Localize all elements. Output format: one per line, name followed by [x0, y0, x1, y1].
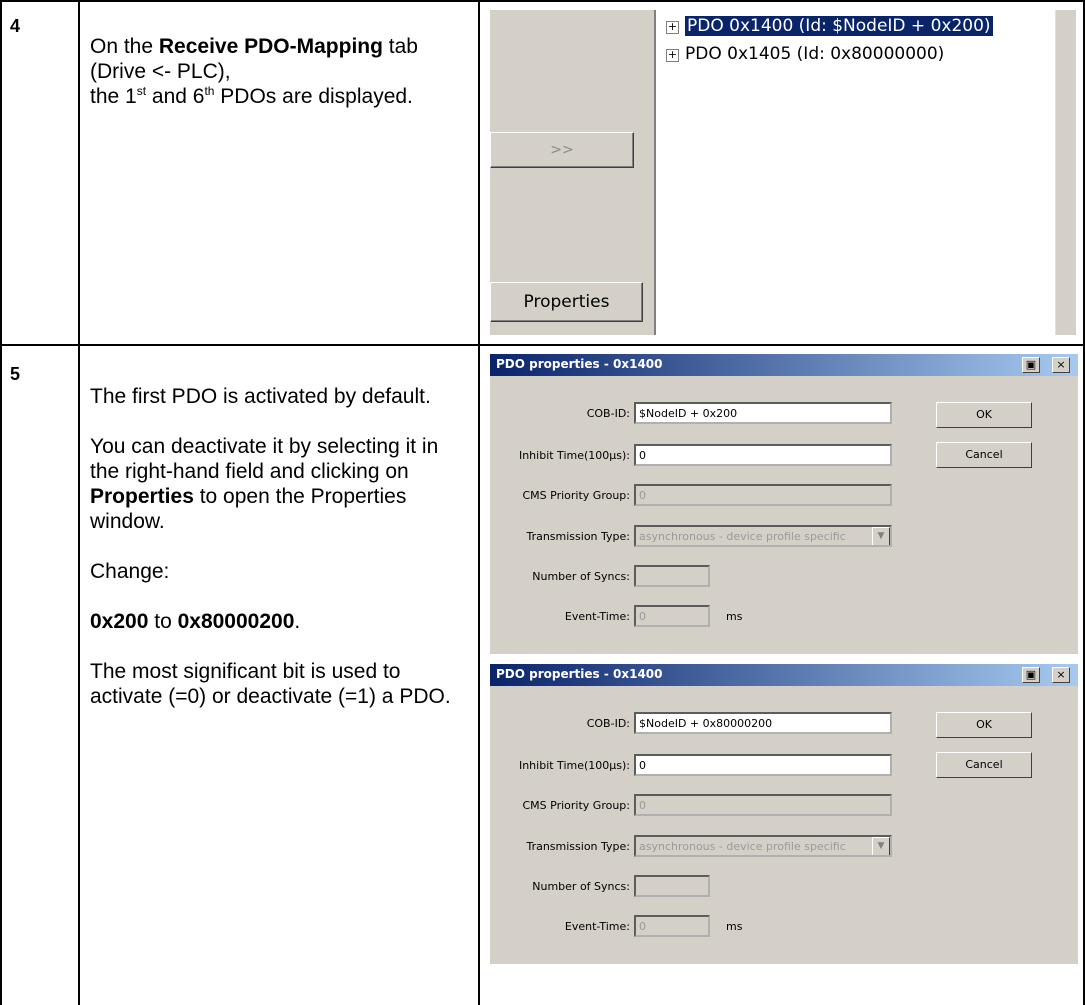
tree-item-pdo-0x1400[interactable]: + PDO 0x1400 (Id: $NodeID + 0x200) — [666, 15, 994, 37]
event-time-label: Event-Time: — [564, 920, 630, 933]
event-time-input: 0 — [634, 605, 710, 627]
tree-item-pdo-0x1405[interactable]: + PDO 0x1405 (Id: 0x80000000) — [666, 44, 944, 64]
bold-text: 0x80000200 — [177, 610, 295, 633]
cancel-button[interactable]: Cancel — [936, 442, 1032, 468]
number-of-syncs-label: Number of Syncs: — [532, 570, 630, 583]
table-border-left — [0, 0, 2, 1005]
table-col-divider-1 — [78, 0, 80, 1005]
help-icon[interactable]: ▣ — [1022, 667, 1040, 683]
paragraph: You can deactivate it by selecting it in… — [90, 434, 460, 534]
bold-text: 0x200 — [90, 610, 149, 633]
superscript-text: th — [204, 84, 215, 98]
cms-priority-label: CMS Priority Group: — [522, 799, 631, 812]
step-4-description: On the Receive PDO-Mapping tab (Drive <-… — [90, 34, 460, 109]
inhibit-time-label: Inhibit Time(100µs): — [518, 759, 630, 772]
text-run: The most significant bit is used to acti… — [90, 660, 451, 708]
event-time-label: Event-Time: — [564, 610, 630, 623]
event-time-unit: ms — [726, 610, 743, 623]
pdo-properties-dialog: PDO properties - 0x1400 ▣ × COB-ID: $Nod… — [490, 664, 1078, 964]
tree-item-label: PDO 0x1400 (Id: $NodeID + 0x200) — [684, 15, 994, 37]
transmission-type-select: asynchronous - device profile specific ▼ — [634, 835, 892, 857]
cob-id-input[interactable]: $NodeID + 0x200 — [634, 402, 892, 424]
step-number-4: 4 — [10, 16, 21, 36]
plus-box-icon[interactable]: + — [666, 49, 679, 62]
chevron-down-icon: ▼ — [872, 837, 890, 855]
transmission-type-label: Transmission Type: — [526, 530, 630, 543]
inhibit-time-label: Inhibit Time(100µs): — [518, 449, 630, 462]
dialog-titlebar: PDO properties - 0x1400 ▣ × — [490, 354, 1078, 376]
table-col-divider-2 — [478, 0, 480, 1005]
plus-box-icon[interactable]: + — [666, 21, 679, 34]
cob-id-label: COB-ID: — [586, 407, 630, 420]
move-right-button[interactable]: >> — [490, 132, 634, 168]
paragraph: Change: — [90, 559, 460, 584]
tree-item-label: PDO 0x1405 (Id: 0x80000000) — [685, 44, 945, 64]
table-border-mid-left — [0, 344, 80, 346]
text-run: to — [148, 610, 178, 633]
transmission-type-label: Transmission Type: — [526, 840, 630, 853]
pdo-properties-dialog: PDO properties - 0x1400 ▣ × COB-ID: $Nod… — [490, 354, 1078, 654]
close-icon[interactable]: × — [1052, 667, 1070, 683]
ok-button[interactable]: OK — [936, 712, 1032, 738]
help-icon[interactable]: ▣ — [1022, 357, 1040, 373]
step-5-description: The first PDO is activated by default. Yo… — [90, 384, 460, 734]
number-of-syncs-input — [634, 875, 710, 897]
paragraph: the 1st and 6th PDOs are displayed. — [90, 84, 460, 109]
cancel-button[interactable]: Cancel — [936, 752, 1032, 778]
chevron-down-icon: ▼ — [872, 527, 890, 545]
event-time-unit: ms — [726, 920, 743, 933]
text-run: The first PDO is activated by default. — [90, 385, 431, 408]
cms-priority-input: 0 — [634, 794, 892, 816]
text-run: You can deactivate it by selecting it in… — [90, 435, 439, 483]
paragraph: On the Receive PDO-Mapping tab (Drive <-… — [90, 34, 460, 84]
table-border-top-left — [0, 0, 80, 2]
number-of-syncs-label: Number of Syncs: — [532, 880, 630, 893]
superscript-text: st — [136, 84, 147, 98]
text-run: On the — [90, 35, 159, 58]
dialog-titlebar: PDO properties - 0x1400 ▣ × — [490, 664, 1078, 686]
text-run: and 6 — [146, 85, 205, 108]
properties-button[interactable]: Properties — [490, 282, 643, 322]
bold-text: Receive PDO-Mapping — [158, 35, 383, 58]
ok-button[interactable]: OK — [936, 402, 1032, 428]
cms-priority-input: 0 — [634, 484, 892, 506]
table-border-top — [78, 0, 1085, 2]
transmission-type-value: asynchronous - device profile specific — [639, 530, 846, 543]
dialog-title: PDO properties - 0x1400 — [496, 357, 663, 371]
text-run: Change: — [90, 560, 170, 583]
text-run: the 1 — [90, 85, 137, 108]
step-number-5: 5 — [10, 364, 21, 384]
paragraph: The first PDO is activated by default. — [90, 384, 460, 409]
text-run: . — [294, 610, 301, 633]
event-time-input: 0 — [634, 915, 710, 937]
table-border-mid — [78, 344, 1085, 346]
text-run: PDOs are displayed. — [214, 85, 413, 108]
cob-id-label: COB-ID: — [586, 717, 630, 730]
pdo-tree[interactable]: + PDO 0x1400 (Id: $NodeID + 0x200) + PDO 0… — [654, 10, 1056, 335]
number-of-syncs-input — [634, 565, 710, 587]
inhibit-time-input[interactable]: 0 — [634, 444, 892, 466]
paragraph: 0x200 to 0x80000200. — [90, 609, 460, 634]
cob-id-input[interactable]: $NodeID + 0x80000200 — [634, 712, 892, 734]
cms-priority-label: CMS Priority Group: — [522, 489, 631, 502]
paragraph: The most significant bit is used to acti… — [90, 659, 460, 709]
scrollbar-strip[interactable] — [1055, 10, 1076, 335]
close-icon[interactable]: × — [1052, 357, 1070, 373]
pdo-mapping-screenshot: >> Properties + PDO 0x1400 (Id: $NodeID +… — [490, 10, 1076, 335]
bold-text: Properties — [90, 485, 194, 508]
dialog-title: PDO properties - 0x1400 — [496, 667, 663, 681]
transmission-type-select: asynchronous - device profile specific ▼ — [634, 525, 892, 547]
inhibit-time-input[interactable]: 0 — [634, 754, 892, 776]
transmission-type-value: asynchronous - device profile specific — [639, 840, 846, 853]
